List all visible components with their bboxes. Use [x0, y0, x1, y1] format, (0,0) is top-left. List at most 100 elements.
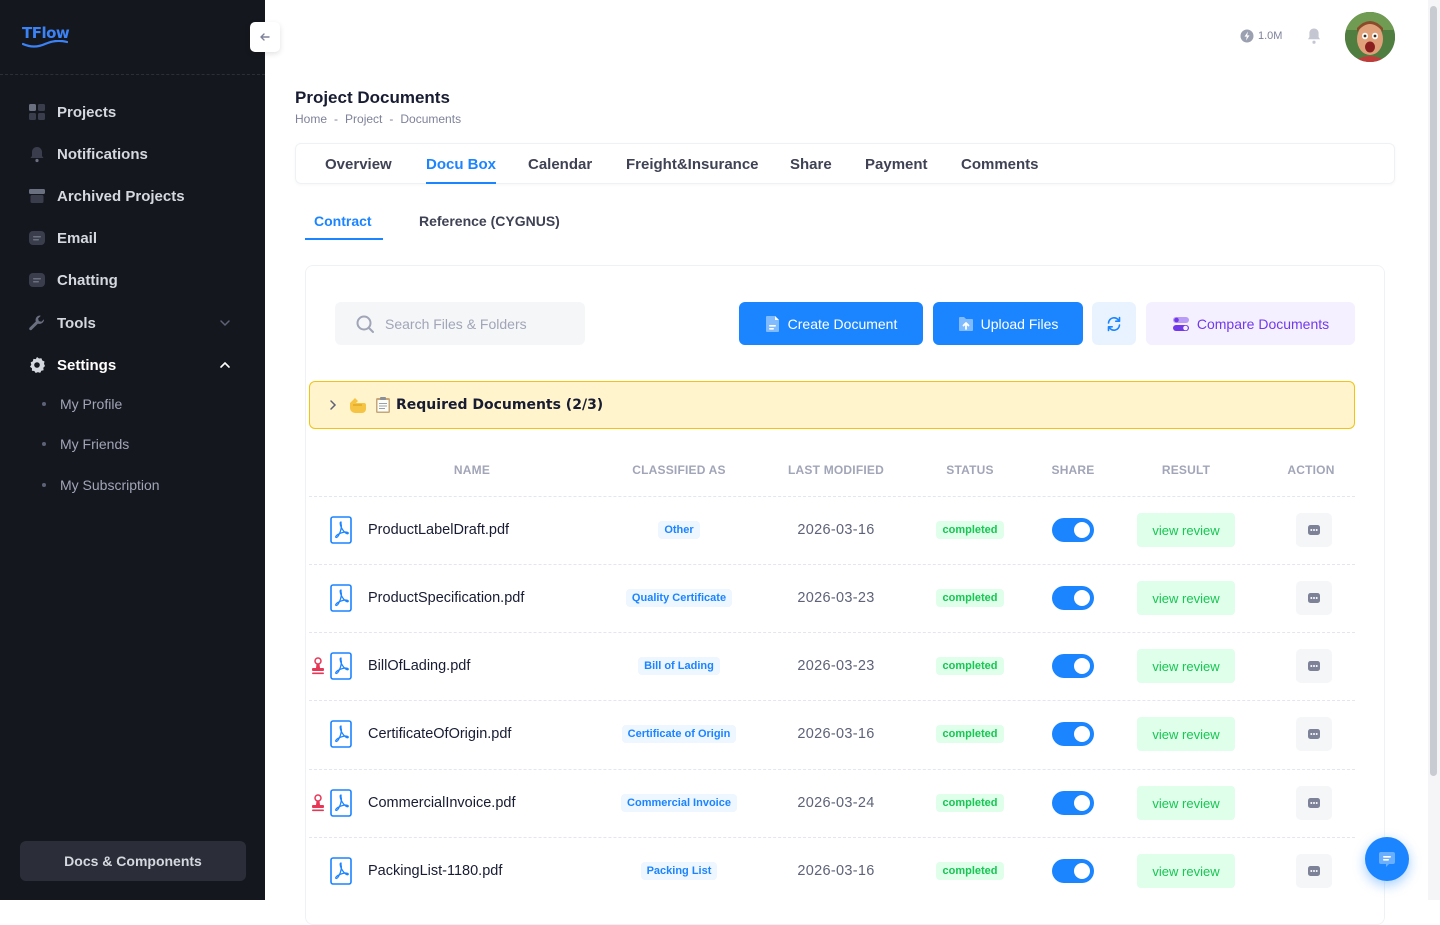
create-document-button[interactable]: Create Document [739, 302, 923, 345]
breadcrumb-item-project[interactable]: Project [345, 112, 382, 126]
column-header-result: RESULT [1161, 463, 1211, 477]
more-icon [1307, 728, 1321, 740]
column-header-classified-as[interactable]: CLASSIFIED AS [612, 463, 746, 477]
brand-logo[interactable]: TFlow [22, 24, 70, 50]
page-scrollbar-thumb[interactable] [1430, 6, 1437, 776]
column-header-name[interactable]: NAME [420, 463, 524, 477]
stamp-icon[interactable] [311, 794, 325, 812]
tab-docu-box[interactable]: Docu Box [426, 156, 496, 173]
view-review-button[interactable]: view review [1137, 649, 1235, 683]
sidebar-item-email[interactable]: Email [28, 226, 238, 250]
view-review-button[interactable]: view review [1137, 581, 1235, 615]
required-documents-label: Required Documents (2/3) [396, 397, 604, 413]
tab-calendar[interactable]: Calendar [528, 156, 592, 173]
share-toggle[interactable] [1052, 722, 1094, 746]
sidebar-item-chatting[interactable]: Chatting [28, 268, 238, 292]
row-actions-button[interactable] [1296, 581, 1332, 615]
last-modified-date: 2026-03-24 [797, 795, 875, 811]
file-name[interactable]: ProductLabelDraft.pdf [368, 521, 509, 539]
upload-files-button[interactable]: Upload Files [933, 302, 1083, 345]
create-document-label: Create Document [787, 315, 898, 332]
sidebar-subitem-label: My Friends [60, 436, 130, 452]
sidebar-item-projects[interactable]: Projects [28, 100, 238, 124]
row-actions-button[interactable] [1296, 786, 1332, 820]
credits-indicator[interactable]: 1.0M [1240, 29, 1282, 43]
bell-icon [28, 145, 46, 163]
share-toggle[interactable] [1052, 654, 1094, 678]
user-avatar[interactable] [1345, 12, 1395, 62]
notifications-button[interactable] [1306, 27, 1322, 50]
file-name[interactable]: PackingList-1180.pdf [368, 862, 502, 880]
pdf-file-icon [330, 789, 352, 817]
required-documents-bar[interactable]: Required Documents (2/3) [309, 381, 1355, 429]
tab-freight-insurance[interactable]: Freight&Insurance [626, 156, 759, 173]
file-name[interactable]: CertificateOfOrigin.pdf [368, 725, 511, 743]
row-actions-button[interactable] [1296, 717, 1332, 751]
sidebar-subitem-label: My Profile [60, 396, 123, 412]
file-name[interactable]: BillOfLading.pdf [368, 657, 470, 675]
page-title: Project Documents [295, 88, 450, 107]
sidebar-item-tools[interactable]: Tools [28, 311, 238, 335]
breadcrumb-separator: - [334, 112, 339, 126]
bell-icon [1308, 28, 1320, 44]
breadcrumb-item-home[interactable]: Home [295, 112, 327, 126]
sidebar-item-settings[interactable]: Settings [28, 353, 238, 377]
upload-files-label: Upload Files [980, 315, 1059, 332]
stamp-icon[interactable] [311, 657, 325, 675]
subtab-contract[interactable]: Contract [314, 213, 372, 229]
status-badge: completed [936, 794, 1004, 812]
active-tab-indicator [426, 182, 496, 184]
classification-badge: Certificate of Origin [621, 725, 737, 743]
sidebar-subitem-label: My Subscription [60, 477, 160, 493]
view-review-button[interactable]: view review [1137, 854, 1235, 888]
search-box[interactable] [335, 302, 585, 345]
refresh-button[interactable] [1092, 302, 1136, 345]
bullet-dot [42, 402, 46, 406]
file-name[interactable]: ProductSpecification.pdf [368, 589, 524, 607]
sidebar-subitem-my-friends[interactable]: My Friends [42, 436, 129, 452]
sidebar-item-label: Tools [57, 314, 96, 332]
docs-components-button[interactable]: Docs & Components [20, 841, 246, 881]
sidebar-item-label: Archived Projects [57, 187, 185, 205]
tab-comments[interactable]: Comments [961, 156, 1039, 173]
tab-overview[interactable]: Overview [325, 156, 392, 173]
share-toggle[interactable] [1052, 586, 1094, 610]
active-subtab-indicator [305, 238, 383, 240]
bolt-icon [1240, 29, 1254, 43]
file-name[interactable]: CommercialInvoice.pdf [368, 794, 515, 812]
compare-documents-button[interactable]: Compare Documents [1146, 302, 1355, 345]
sidebar-subitem-my-profile[interactable]: My Profile [42, 396, 122, 412]
column-header-last-modified[interactable]: LAST MODIFIED [776, 463, 896, 477]
share-toggle[interactable] [1052, 518, 1094, 542]
status-badge: completed [936, 862, 1004, 880]
search-input[interactable] [385, 315, 575, 332]
classification-badge: Quality Certificate [625, 589, 733, 607]
view-review-button[interactable]: view review [1137, 717, 1235, 751]
share-toggle[interactable] [1052, 791, 1094, 815]
pdf-file-icon [330, 720, 352, 748]
row-actions-button[interactable] [1296, 854, 1332, 888]
sidebar-collapse-button[interactable] [250, 22, 280, 52]
row-actions-button[interactable] [1296, 649, 1332, 683]
clipboard-icon [374, 396, 392, 414]
view-review-button[interactable]: view review [1137, 786, 1235, 820]
column-header-status[interactable]: STATUS [930, 463, 1010, 477]
row-actions-button[interactable] [1296, 513, 1332, 547]
view-review-button[interactable]: view review [1137, 513, 1235, 547]
status-badge: completed [936, 589, 1004, 607]
sidebar: TFlow Projects Notifications Archived Pr… [0, 0, 265, 900]
column-header-share: SHARE [1051, 463, 1095, 477]
subtab-reference[interactable]: Reference (CYGNUS) [419, 213, 560, 229]
sidebar-item-label: Settings [57, 356, 117, 374]
sidebar-item-archived-projects[interactable]: Archived Projects [28, 184, 238, 208]
tab-payment[interactable]: Payment [865, 156, 928, 173]
sidebar-item-notifications[interactable]: Notifications [28, 142, 238, 166]
bullet-dot [42, 483, 46, 487]
share-toggle[interactable] [1052, 859, 1094, 883]
message-icon [28, 229, 46, 247]
breadcrumb-separator: - [389, 112, 394, 126]
chat-support-button[interactable] [1365, 837, 1409, 881]
sidebar-subitem-my-subscription[interactable]: My Subscription [42, 477, 160, 493]
tab-share[interactable]: Share [790, 156, 832, 173]
document-add-icon [765, 315, 779, 332]
